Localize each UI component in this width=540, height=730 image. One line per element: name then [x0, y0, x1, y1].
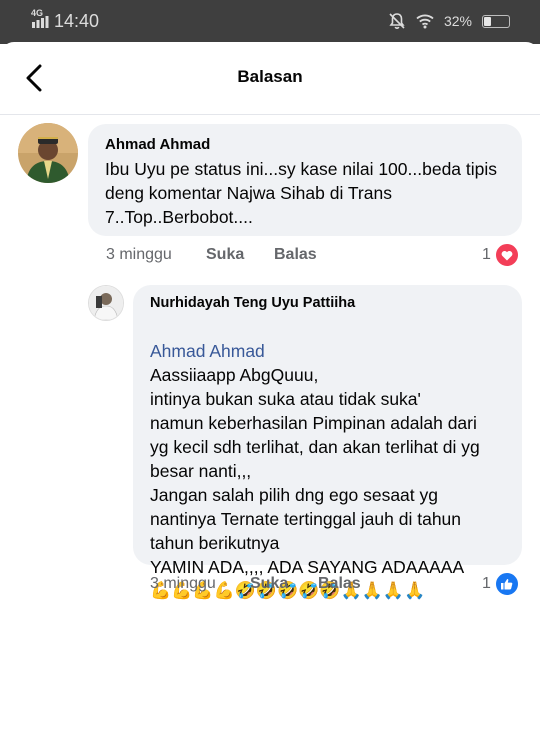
- reaction-count: 1: [482, 575, 491, 592]
- comment-text: Ibu Uyu pe status ini...sy kase nilai 10…: [105, 159, 498, 227]
- reply-first-line: Ahmad Ahmad Aassiiaapp AbgQuuu,: [150, 315, 506, 387]
- reply-button[interactable]: Balas: [318, 575, 361, 593]
- bell-off-icon: [389, 13, 405, 29]
- thumbs-up-icon: [494, 572, 519, 596]
- comment-actions: 3 minggu Suka Balas: [106, 246, 317, 264]
- reply-actions: 3 minggu Suka Balas: [150, 575, 361, 593]
- reply-greeting: Aassiiaapp AbgQuuu,: [150, 365, 319, 385]
- status-bar: 4G 14:40 32%: [0, 0, 540, 44]
- status-time: 14:40: [54, 11, 100, 31]
- comment-author[interactable]: Ahmad Ahmad: [105, 136, 506, 153]
- reply-button[interactable]: Balas: [274, 246, 317, 264]
- avatar[interactable]: [18, 123, 78, 183]
- page-title: Balasan: [237, 67, 303, 86]
- header: Balasan: [0, 42, 540, 115]
- like-button[interactable]: Suka: [206, 246, 274, 264]
- heart-icon: [494, 243, 519, 267]
- comment-time: 3 minggu: [106, 246, 172, 263]
- battery-percent: 32%: [443, 13, 472, 29]
- reaction-summary[interactable]: 1: [482, 572, 519, 596]
- reply-time: 3 minggu: [150, 575, 216, 592]
- replies-sheet: Balasan Ahmad Ahmad Ibu Uyu pe status in…: [0, 42, 540, 730]
- like-button[interactable]: Suka: [250, 575, 318, 593]
- wifi-icon: [416, 14, 434, 29]
- reply-author[interactable]: Nurhidayah Teng Uyu Pattiiha: [150, 295, 506, 311]
- mention-link[interactable]: Ahmad Ahmad: [150, 341, 265, 361]
- signal-icon: 4G: [31, 8, 49, 30]
- battery-icon: [482, 14, 510, 28]
- reaction-count: 1: [482, 246, 491, 263]
- comment-bubble[interactable]: Ahmad Ahmad Ibu Uyu pe status ini...sy k…: [88, 124, 522, 236]
- avatar[interactable]: [88, 285, 124, 321]
- reaction-summary[interactable]: 1: [482, 243, 519, 267]
- reply-bubble[interactable]: Nurhidayah Teng Uyu Pattiiha Ahmad Ahmad…: [133, 285, 522, 600]
- reply-text: intinya bukan suka atau tidak suka' namu…: [150, 389, 480, 577]
